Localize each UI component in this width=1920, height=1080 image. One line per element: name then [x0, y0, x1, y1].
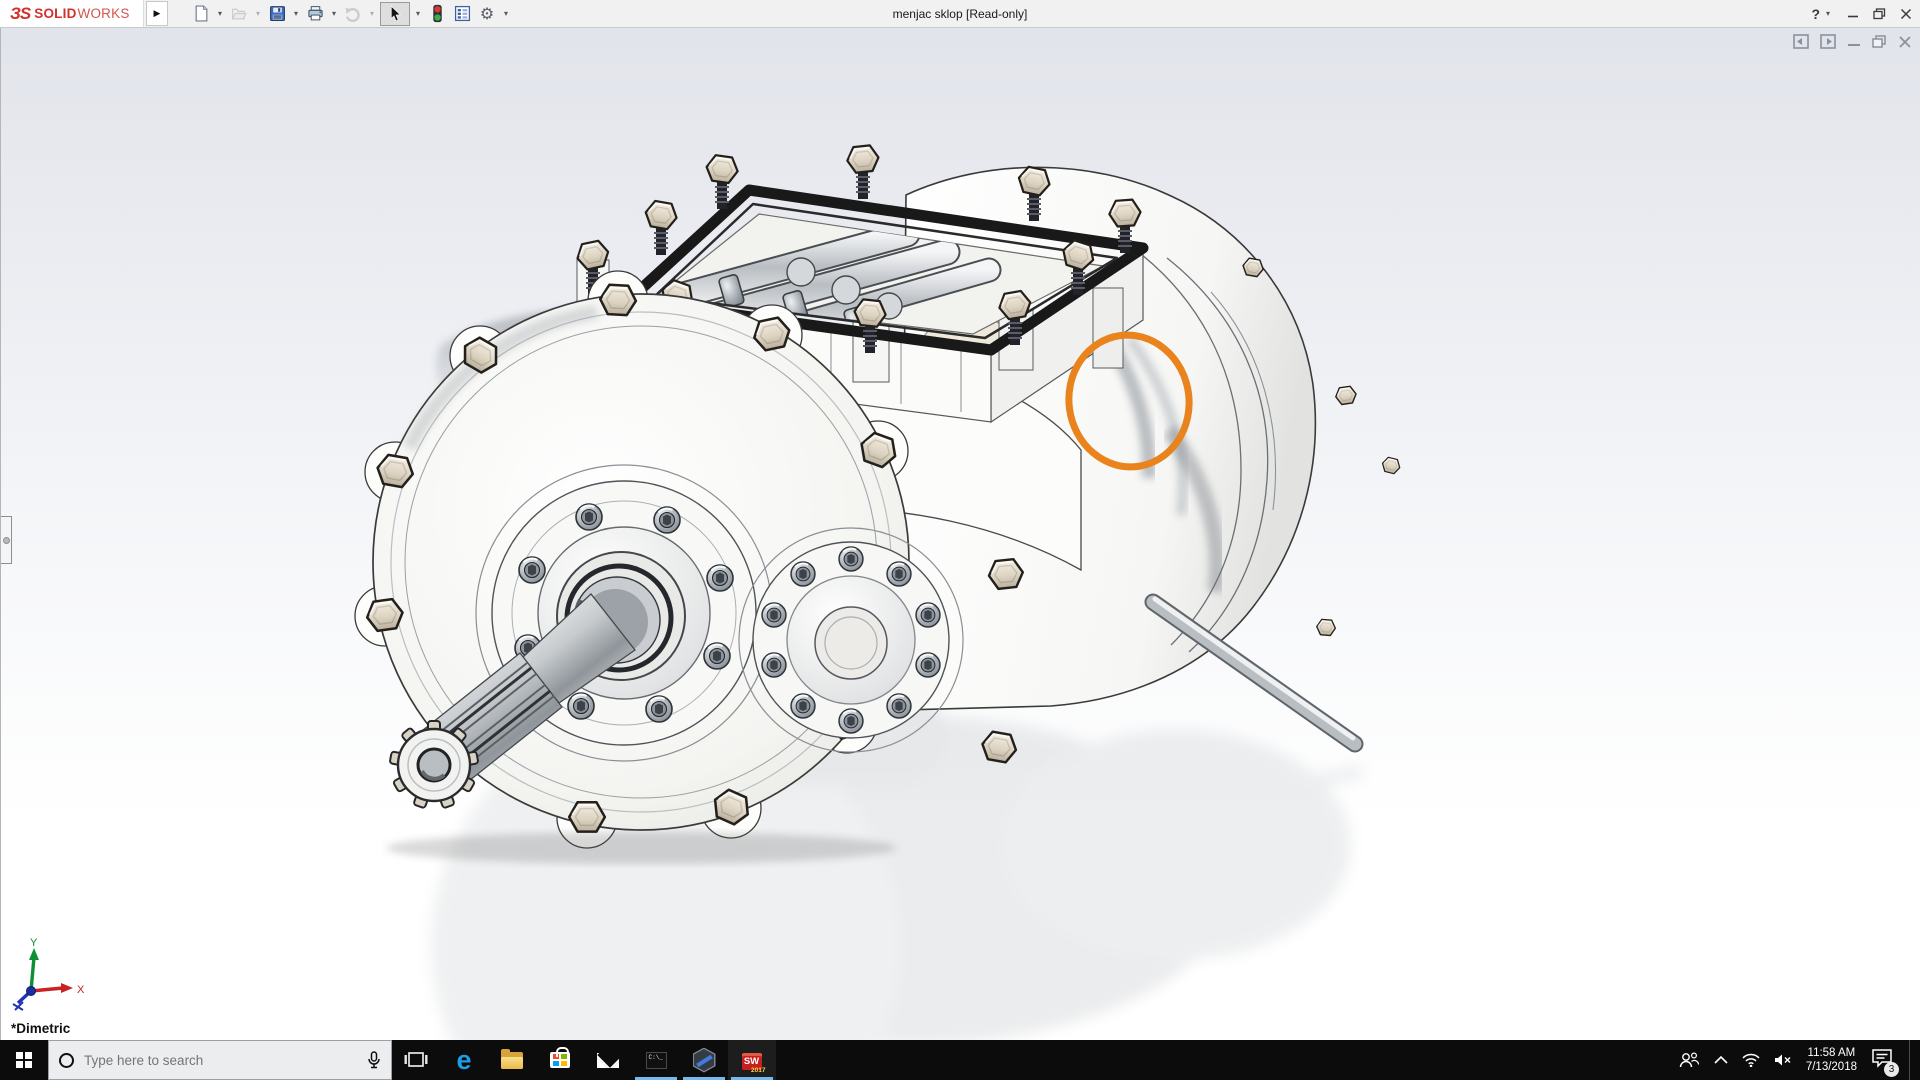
system-tray: 11:58 AM 7/13/2018 3	[1678, 1040, 1920, 1080]
windows-logo-icon	[15, 1051, 33, 1069]
file-explorer-button[interactable]	[488, 1040, 536, 1080]
cortana-icon	[59, 1052, 74, 1068]
doc-restore-button[interactable]	[1872, 34, 1887, 49]
start-button[interactable]	[0, 1040, 48, 1080]
task-view-icon	[404, 1052, 428, 1067]
document-window-controls	[1793, 34, 1912, 49]
people-icon[interactable]	[1678, 1051, 1700, 1069]
notification-badge: 3	[1884, 1061, 1899, 1077]
chevron-up-icon[interactable]	[1714, 1055, 1728, 1065]
title-bar: ЗS SOLID WORKS ▶ ▾ ▾ ▾ ▾ ▾ ▾ ⚙ ▾ menjac …	[0, 0, 1920, 28]
doc-close-button[interactable]	[1898, 35, 1912, 49]
file-explorer-icon	[501, 1049, 523, 1069]
windows-taskbar: e C:\_ SW 2017	[0, 1040, 1920, 1080]
taskbar-search[interactable]	[48, 1040, 392, 1080]
taskbar-clock[interactable]: 11:58 AM 7/13/2018	[1806, 1046, 1857, 1074]
mail-button[interactable]	[584, 1040, 632, 1080]
splined-shaft-end[interactable]	[389, 720, 479, 809]
mail-icon	[597, 1052, 619, 1068]
help-button[interactable]: ? ▾	[1811, 6, 1833, 22]
restore-button[interactable]	[1873, 7, 1886, 20]
volume-muted-icon[interactable]	[1774, 1053, 1792, 1067]
microsoft-store-button[interactable]	[536, 1040, 584, 1080]
search-input[interactable]	[84, 1052, 357, 1068]
close-button[interactable]	[1900, 8, 1912, 20]
action-center-button[interactable]: 3	[1871, 1048, 1899, 1077]
store-icon	[550, 1047, 570, 1068]
triad-x-label: X	[77, 984, 85, 996]
task-view-button[interactable]	[392, 1040, 440, 1080]
reference-triad: Y X	[12, 937, 85, 1011]
clock-date: 7/13/2018	[1805, 1061, 1857, 1073]
clock-time: 11:58 AM	[1807, 1047, 1856, 1059]
toggle-left-pane-button[interactable]	[1793, 34, 1809, 49]
wifi-icon[interactable]	[1742, 1053, 1760, 1067]
command-prompt-button[interactable]: C:\_	[632, 1040, 680, 1080]
solidworks-2017-button[interactable]: SW 2017	[728, 1040, 776, 1080]
microphone-icon[interactable]	[367, 1051, 381, 1069]
minimize-button[interactable]	[1847, 8, 1859, 20]
window-title: menjac sklop [Read-only]	[892, 6, 1028, 21]
collapsed-panel-tab[interactable]	[1, 516, 12, 564]
graphics-viewport[interactable]: Y X *Dimetric	[0, 28, 1920, 1040]
hexagon-app-button[interactable]	[680, 1040, 728, 1080]
doc-minimize-button[interactable]	[1847, 35, 1861, 49]
view-orientation-label: *Dimetric	[11, 1021, 71, 1036]
hexagon-app-icon	[692, 1047, 716, 1073]
window-buttons: ? ▾	[1811, 0, 1912, 27]
show-desktop-button[interactable]	[1909, 1040, 1914, 1080]
toggle-right-pane-button[interactable]	[1820, 34, 1836, 49]
solidworks-icon: SW 2017	[741, 1050, 766, 1074]
solidworks-window: ЗS SOLID WORKS ▶ ▾ ▾ ▾ ▾ ▾ ▾ ⚙ ▾ menjac …	[0, 0, 1920, 1080]
command-prompt-icon: C:\_	[645, 1051, 667, 1069]
gearbox-3d-model[interactable]: Y X	[1, 28, 1920, 1040]
edge-browser-button[interactable]: e	[440, 1040, 488, 1080]
triad-y-label: Y	[30, 937, 38, 949]
edge-icon: e	[456, 1045, 472, 1075]
